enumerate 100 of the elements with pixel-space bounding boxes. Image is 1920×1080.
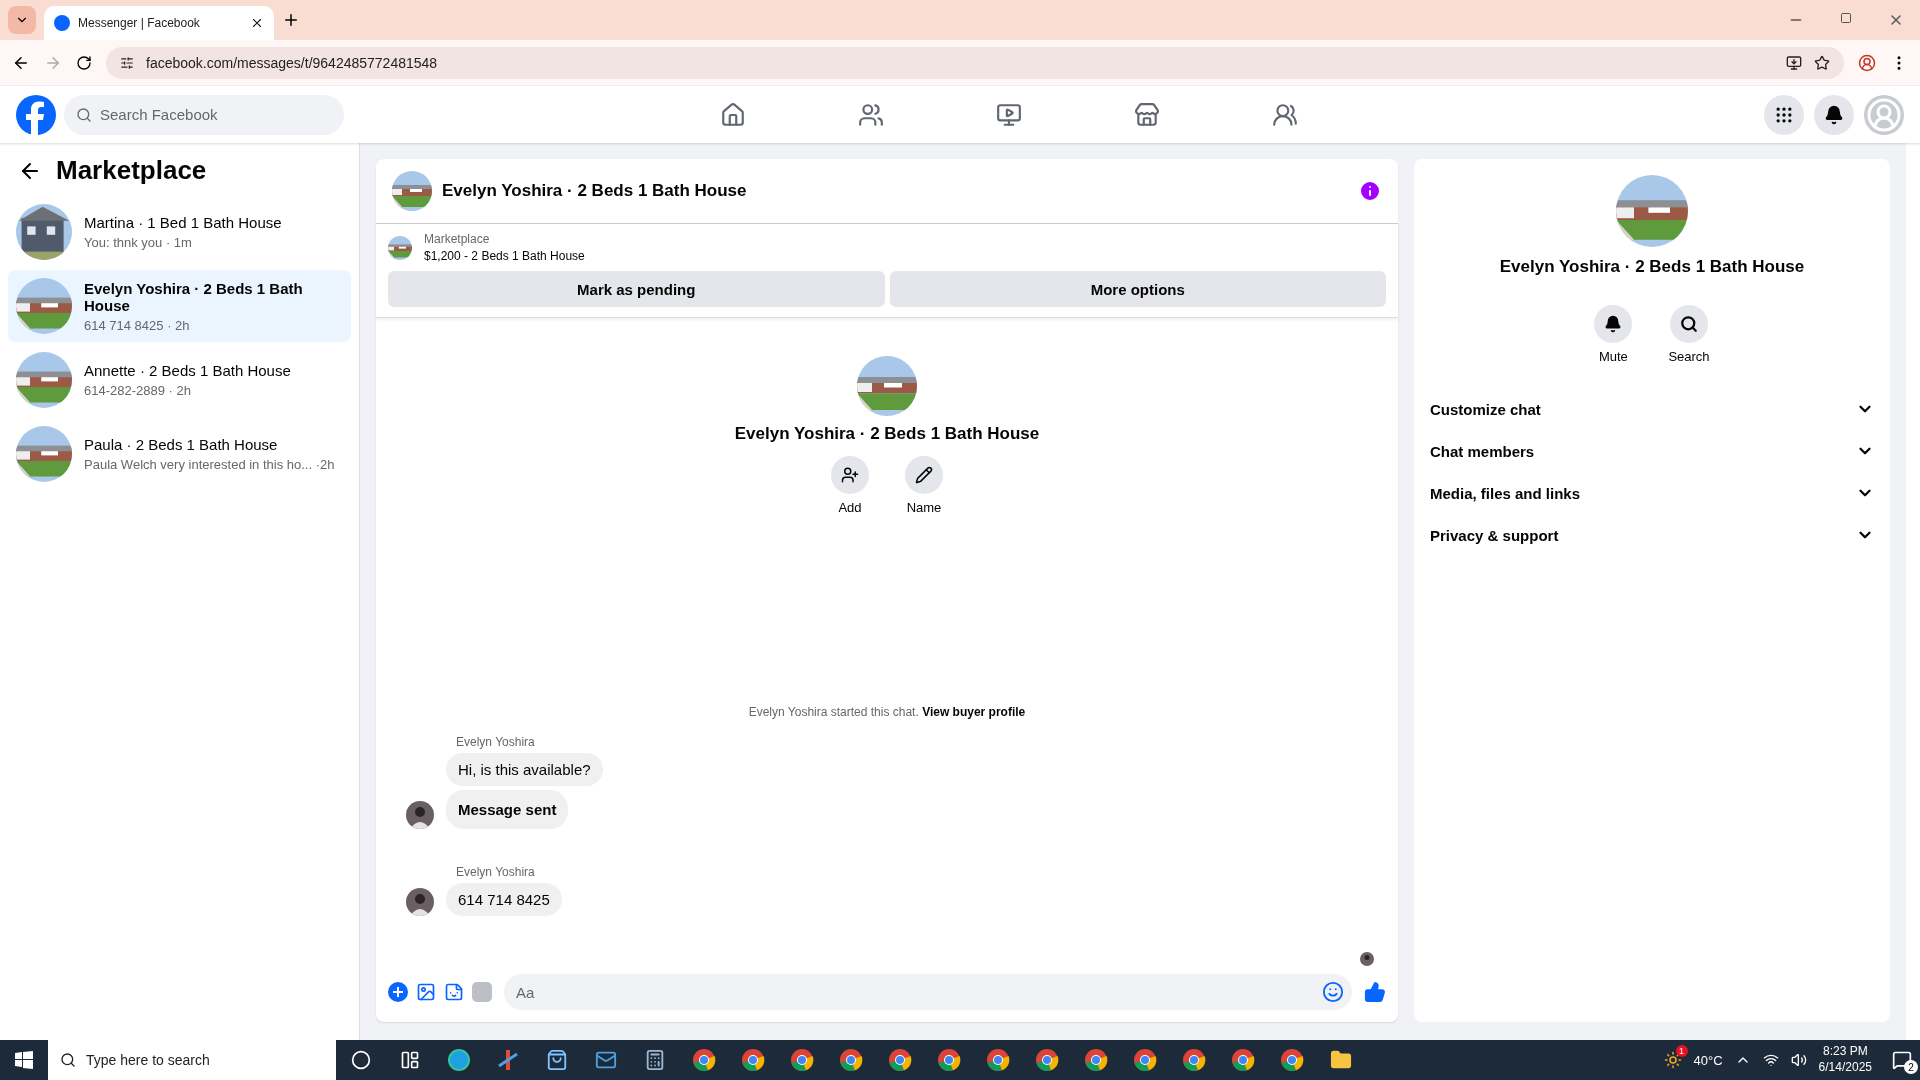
action-label: Search <box>1668 349 1710 364</box>
search-field[interactable]: Search Facebook <box>64 94 344 135</box>
install-icon <box>1786 54 1802 71</box>
chrome-icon[interactable] <box>1181 1048 1206 1072</box>
search-icon <box>76 106 92 123</box>
house-photo <box>16 204 72 260</box>
taskbar-search-field[interactable]: Type here to search <box>48 1040 336 1080</box>
details-section[interactable]: Customize chat <box>1426 388 1878 430</box>
edge-icon[interactable] <box>446 1048 471 1072</box>
windows-icon <box>15 1051 33 1069</box>
chrome-icon[interactable] <box>1034 1048 1059 1072</box>
profile-icon[interactable] <box>1858 53 1876 72</box>
details-section[interactable]: Chat members <box>1426 430 1878 472</box>
app-icon[interactable] <box>496 1048 519 1072</box>
folder-icon[interactable] <box>1329 1049 1352 1071</box>
address-bar[interactable]: facebook.com/messages/t/9642485772481548 <box>106 46 1844 79</box>
profile-avatar <box>406 801 434 829</box>
notifications-button[interactable] <box>1814 94 1854 135</box>
details-title: Evelyn Yoshira · 2 Beds 1 Bath House <box>1499 257 1805 277</box>
person-icon <box>1866 96 1902 133</box>
chrome-icon[interactable] <box>887 1048 912 1072</box>
sender-name: Evelyn Yoshira <box>456 865 536 879</box>
action-label: Add <box>838 500 862 515</box>
house-photo <box>16 352 72 408</box>
add-person-icon <box>841 466 859 484</box>
listing-action-button[interactable]: Mark as pending <box>388 271 885 307</box>
chrome-icon[interactable] <box>789 1048 814 1072</box>
details-section[interactable]: Privacy & support <box>1426 514 1878 556</box>
cortana-icon[interactable] <box>350 1050 371 1070</box>
intro-action-button[interactable] <box>831 456 869 494</box>
bookmark-star-icon <box>1814 54 1830 71</box>
message-bubble: 614 714 8425 <box>446 883 562 916</box>
emoji-icon[interactable] <box>1322 981 1344 1003</box>
conversation-item[interactable]: Evelyn Yoshira · 2 Beds 1 Bath House 614 714 8425 · 2h <box>8 270 351 342</box>
site-settings-icon <box>120 55 134 70</box>
wifi-icon[interactable] <box>1762 1052 1779 1068</box>
buyer-profile-link[interactable]: View buyer profile <box>922 705 1026 719</box>
volume-icon[interactable] <box>1790 1052 1807 1068</box>
action-label: Name <box>906 500 942 515</box>
action-label: Mute <box>1598 349 1628 364</box>
conversation-item[interactable]: Martina · 1 Bed 1 Bath House You: thnk you · 1m <box>8 196 351 268</box>
chrome-icon[interactable] <box>838 1048 863 1072</box>
house-photo <box>16 278 72 334</box>
clock-date: 6/14/2025 <box>1818 1060 1872 1076</box>
menu-button[interactable] <box>1764 94 1804 135</box>
listing-label: Marketplace <box>424 232 491 246</box>
home-icon <box>720 101 746 128</box>
store-icon[interactable] <box>545 1049 568 1071</box>
conversation-item[interactable]: Paula · 2 Beds 1 Bath House Paula Welch very interested in this ho... ·2h <box>8 418 351 490</box>
chat-title: Evelyn Yoshira · 2 Beds 1 Bath House <box>442 181 748 201</box>
new-tab-icon[interactable] <box>282 11 300 29</box>
search-icon <box>1680 315 1698 333</box>
chrome-icon[interactable] <box>1132 1048 1157 1072</box>
chrome-icon[interactable] <box>936 1048 961 1072</box>
chrome-icon[interactable] <box>740 1048 765 1072</box>
thumbs-up-icon[interactable] <box>1364 981 1386 1003</box>
reload-icon[interactable] <box>76 54 92 71</box>
conversation-preview: You: thnk you · 1m <box>84 235 193 250</box>
details-action-button[interactable] <box>1670 305 1708 343</box>
listing-action-button[interactable]: More options <box>889 271 1386 307</box>
bell-icon <box>1824 104 1844 125</box>
conversation-item[interactable]: Annette · 2 Beds 1 Bath House 614-282-2889 · 2h <box>8 344 351 416</box>
image-icon[interactable] <box>416 982 436 1002</box>
plus-icon[interactable] <box>388 982 408 1002</box>
facebook-icon <box>54 15 70 31</box>
listing-detail: $1,200 - 2 Beds 1 Bath House <box>424 249 585 263</box>
conversation-preview: 614-282-2889 · 2h <box>84 383 192 398</box>
chat-start-notice: Evelyn Yoshira started this chat. View buyer profile <box>747 705 1027 719</box>
chrome-icon[interactable] <box>985 1048 1010 1072</box>
info-icon[interactable] <box>1358 179 1382 203</box>
browser-tab[interactable]: Messenger | Facebook <box>44 6 274 40</box>
pencil-icon <box>915 466 933 484</box>
facebook-logo[interactable] <box>16 94 56 135</box>
temperature-text: 40°C <box>1693 1052 1723 1068</box>
store-icon <box>1134 101 1160 128</box>
chrome-icon[interactable] <box>691 1048 716 1072</box>
friends-icon <box>858 101 884 128</box>
sidebar-title: Marketplace <box>56 155 207 186</box>
chrome-icon[interactable] <box>1279 1048 1304 1072</box>
chat-intro-title: Evelyn Yoshira · 2 Beds 1 Bath House <box>734 424 1040 444</box>
bell-icon <box>1604 315 1623 333</box>
sticker-icon[interactable] <box>444 982 464 1002</box>
clock-time: 8:23 PM <box>1822 1044 1868 1060</box>
conversation-name: Annette · 2 Beds 1 Bath House <box>84 362 291 379</box>
search-icon <box>60 1052 76 1068</box>
message-field[interactable]: Aa <box>504 974 1352 1010</box>
chrome-icon[interactable] <box>1230 1048 1255 1072</box>
house-photo <box>857 356 917 416</box>
restore-icon[interactable] <box>1840 12 1852 24</box>
intro-action-button[interactable] <box>905 456 943 494</box>
conversation-name: Martina · 1 Bed 1 Bath House <box>84 214 282 231</box>
weather-badge: 1 <box>1675 1045 1688 1057</box>
close-icon[interactable] <box>250 16 264 30</box>
details-action-button[interactable] <box>1594 305 1633 343</box>
mail-icon[interactable] <box>594 1049 617 1071</box>
chrome-icon[interactable] <box>1083 1048 1108 1072</box>
details-section[interactable]: Media, files and links <box>1426 472 1878 514</box>
tab-title: Messenger | Facebook <box>78 16 201 30</box>
notification-count: 2 <box>1904 1060 1918 1074</box>
task-view-icon[interactable] <box>399 1050 420 1070</box>
